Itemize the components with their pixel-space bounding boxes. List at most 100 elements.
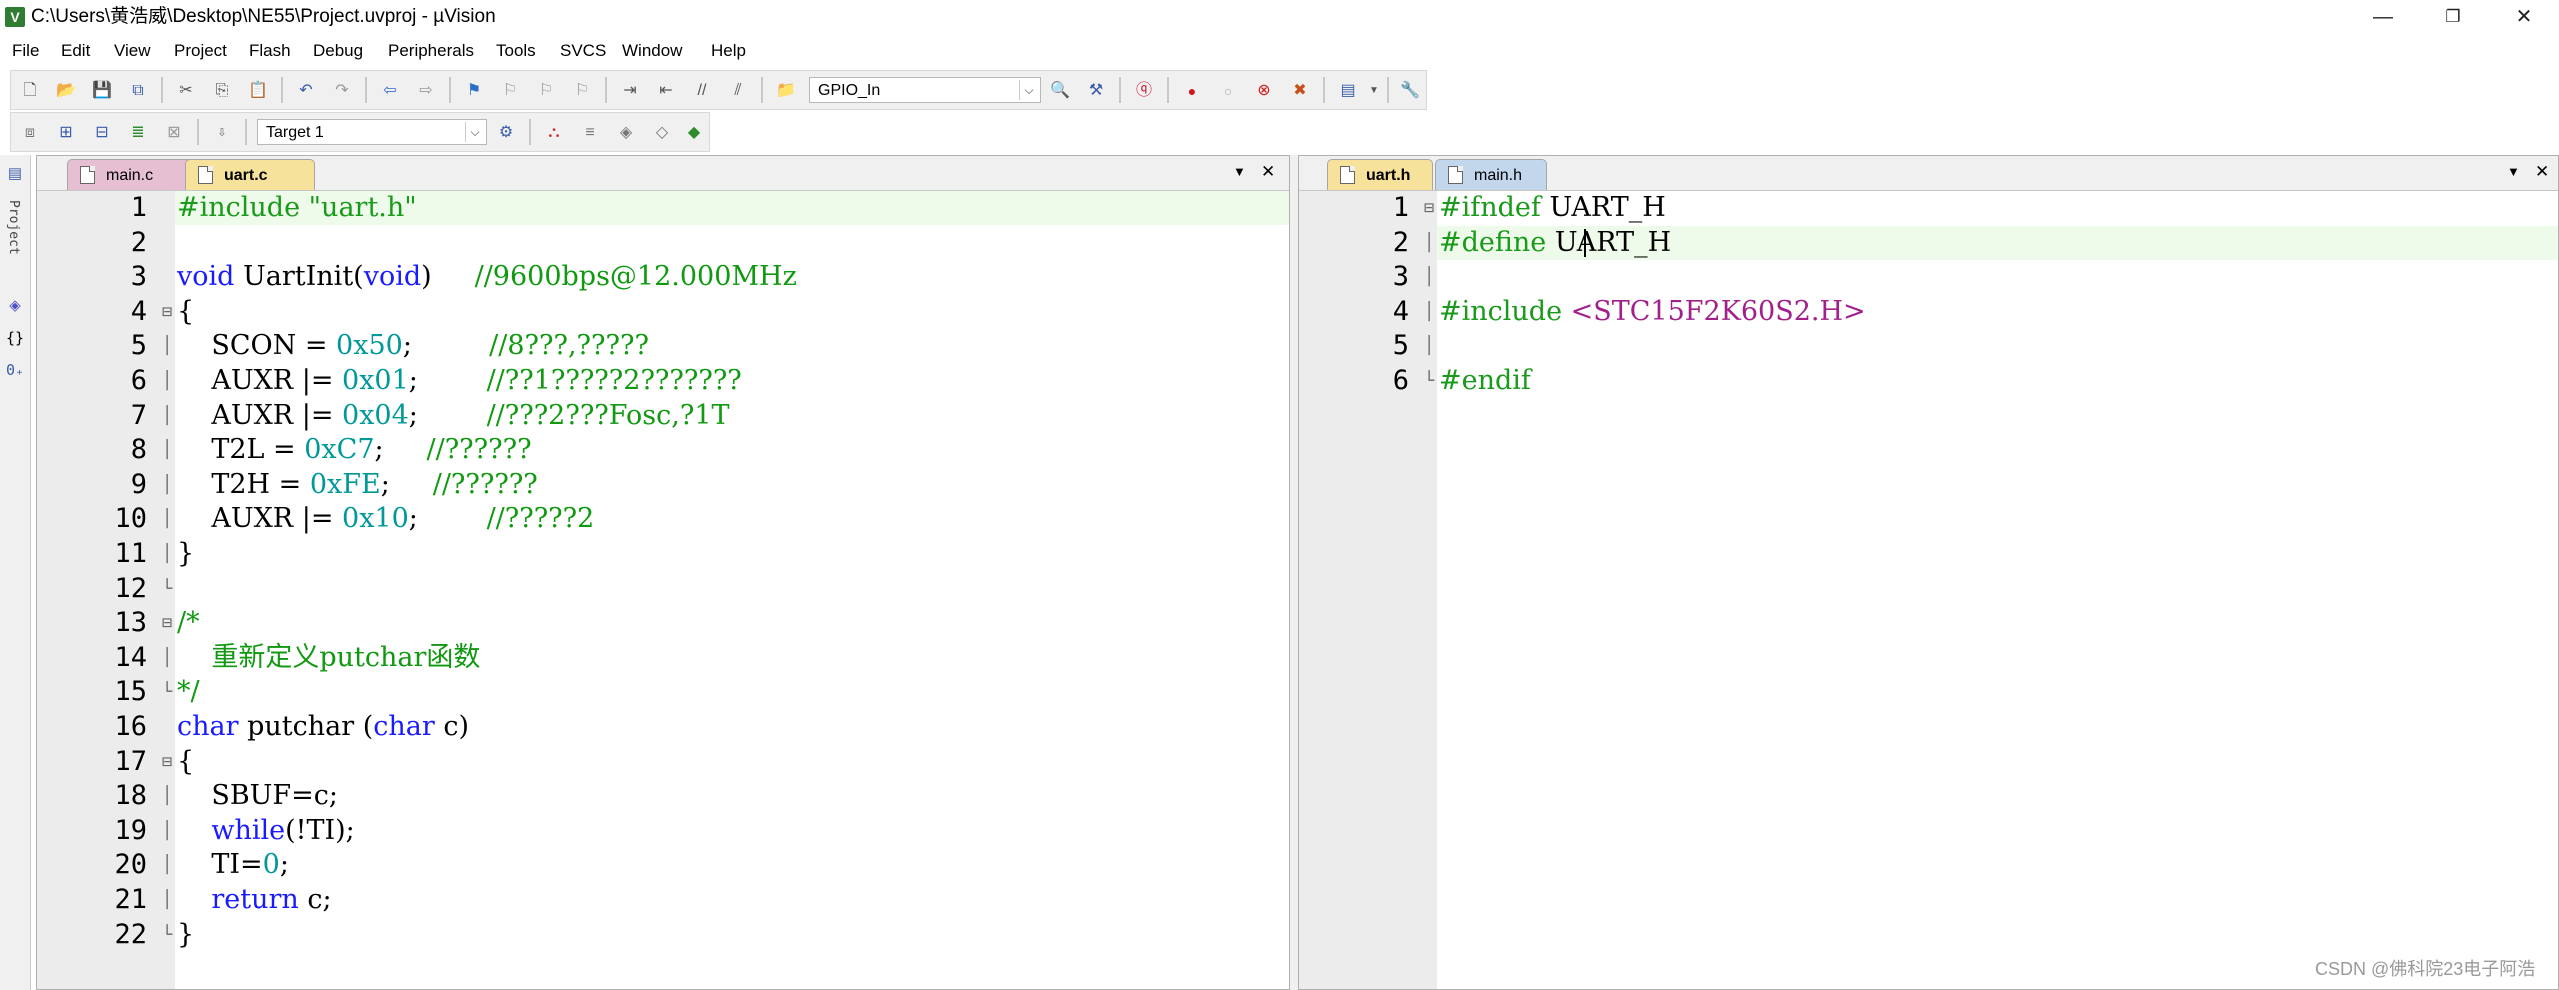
tab-uart-c[interactable]: uart.c (185, 159, 315, 190)
code-line[interactable]: 2 (131, 226, 1289, 260)
templates-icon[interactable]: 0₊ (4, 359, 26, 381)
code-line[interactable]: 19 │ while(!TI); (114, 814, 1289, 848)
code-line[interactable]: 4 │ #include <STC15F2K60S2.H> (1393, 295, 2558, 329)
code-line[interactable]: 5 │ SCON = 0x50; //8???,????? (131, 329, 1289, 363)
code-line[interactable]: 15 └ */ (114, 675, 1289, 709)
menu-help[interactable]: Help (711, 41, 746, 61)
code-line[interactable]: 3 void UartInit(void) //9600bps@12.000MHz (131, 260, 1289, 294)
minimize-button[interactable]: — (2348, 0, 2418, 34)
chevron-down-icon[interactable]: ⌵ (465, 122, 484, 142)
chevron-down-icon[interactable]: ▼ (1363, 80, 1385, 102)
prev-bookmark-icon[interactable]: ⚐ (499, 80, 521, 102)
enable-breakpoint-icon[interactable]: ○ (1217, 80, 1239, 102)
code-line[interactable]: 6 └ #endif (1393, 364, 2558, 398)
kill-breakpoints-icon[interactable]: ✖ (1289, 80, 1311, 102)
tab-list-chevron-icon[interactable]: ▼ (1233, 161, 1246, 183)
stop-build-icon[interactable]: ⊠ (163, 122, 185, 144)
manage-project-items-icon[interactable]: ⛬ (543, 122, 565, 144)
find-icon[interactable]: 🔍 (1049, 80, 1071, 102)
menu-project[interactable]: Project (174, 41, 227, 61)
save-all-icon[interactable]: ⧉ (127, 80, 149, 102)
manage-components-icon[interactable]: ◈ (615, 122, 637, 144)
cut-icon[interactable]: ✂ (175, 80, 197, 102)
insert-bookmark-icon[interactable]: ⚑ (463, 80, 485, 102)
unindent-icon[interactable]: ⇤ (655, 80, 677, 102)
tab-main-c[interactable]: main.c (67, 159, 197, 190)
fold-toggle-icon[interactable]: ⊟ (1424, 191, 1434, 225)
restore-button[interactable]: ❐ (2418, 0, 2488, 34)
code-line[interactable]: 3 │ (1393, 260, 2558, 294)
code-line[interactable]: 1 ⊟ #ifndef UART_H (1393, 191, 2558, 225)
code-line[interactable]: 2 │ #define UART_H (1393, 225, 2558, 260)
code-line[interactable]: 21 │ return c; (114, 883, 1289, 917)
undo-icon[interactable]: ↶ (295, 80, 317, 102)
code-line[interactable]: 7 │ AUXR |= 0x04; //???2???Fosc,?1T (131, 399, 1289, 433)
code-line[interactable]: 5 │ (1393, 329, 2558, 363)
code-line[interactable]: 16 char putchar (char c) (114, 710, 1289, 744)
select-packs-icon[interactable]: ≡ (579, 122, 601, 144)
paste-icon[interactable]: 📋 (247, 80, 269, 102)
code-line[interactable]: 17 ⊟{ (114, 745, 1289, 779)
copy-icon[interactable]: ⎘ (211, 80, 233, 102)
menu-edit[interactable]: Edit (61, 41, 90, 61)
code-line[interactable]: 6 │ AUXR |= 0x01; //??1?????2??????? (131, 364, 1289, 398)
disable-breakpoints-icon[interactable]: ⊗ (1253, 80, 1275, 102)
code-area[interactable]: 1 #include "uart.h" 2 3 void UartInit(void) … (114, 191, 1289, 989)
navigate-forward-icon[interactable]: ⇨ (415, 80, 437, 102)
target-options-icon[interactable]: ⚙ (495, 122, 517, 144)
find-in-files-icon[interactable]: 📁 (775, 80, 797, 102)
menu-flash[interactable]: Flash (249, 41, 291, 61)
code-area[interactable]: 1 ⊟ #ifndef UART_H 2 │ #define UART_H 3 │ 4 │ #inc… (1393, 191, 2558, 989)
code-line[interactable]: 11 │} (114, 537, 1289, 571)
menu-window[interactable]: Window (622, 41, 682, 61)
configuration-wrench-icon[interactable]: 🔧 (1399, 80, 1421, 102)
code-line[interactable]: 22 └} (114, 918, 1289, 952)
target-select[interactable]: Target 1 ⌵ (257, 119, 487, 145)
insert-breakpoint-icon[interactable]: ● (1181, 80, 1203, 102)
code-line[interactable]: 18 │ SBUF=c; (114, 779, 1289, 813)
code-line[interactable]: 12 └ (114, 572, 1289, 606)
code-line[interactable]: 20 │ TI=0; (114, 848, 1289, 882)
code-line[interactable]: 14 │ 重新定义putchar函数 (114, 641, 1289, 675)
menu-debug[interactable]: Debug (313, 41, 363, 61)
start-debug-icon[interactable]: ⓠ (1133, 80, 1155, 102)
books-icon[interactable]: ◈ (4, 295, 26, 317)
comment-icon[interactable]: // (691, 80, 713, 102)
project-tab-label[interactable]: Project (6, 200, 21, 255)
code-line[interactable]: 10 │ AUXR |= 0x10; //?????2 (114, 502, 1289, 536)
download-icon[interactable]: ⇩ (211, 122, 233, 144)
menu-file[interactable]: File (12, 41, 39, 61)
save-icon[interactable]: 💾 (91, 80, 113, 102)
pane-splitter[interactable] (1290, 155, 1298, 990)
next-bookmark-icon[interactable]: ⚐ (535, 80, 557, 102)
menu-peripherals[interactable]: Peripherals (388, 41, 474, 61)
redo-icon[interactable]: ↷ (331, 80, 353, 102)
batch-build-icon[interactable]: ≣ (127, 122, 149, 144)
window-layout-icon[interactable]: ▤ (1337, 80, 1359, 102)
code-line[interactable]: 1 #include "uart.h" (131, 191, 1289, 225)
clear-bookmarks-icon[interactable]: ⚐ (571, 80, 593, 102)
incremental-find-icon[interactable]: ⚒ (1085, 80, 1107, 102)
project-window-icon[interactable]: ▤ (4, 163, 26, 185)
close-tab-icon[interactable]: ✕ (2535, 161, 2549, 183)
tab-uart-h[interactable]: uart.h (1327, 159, 1433, 190)
code-line[interactable]: 4 ⊟{ (131, 295, 1289, 329)
close-window-button[interactable]: ✕ (2489, 0, 2559, 34)
fold-toggle-icon[interactable]: ⊟ (162, 295, 172, 329)
find-combo[interactable]: GPIO_In ⌵ (809, 77, 1041, 103)
menu-svcs[interactable]: SVCS (560, 41, 606, 61)
menu-view[interactable]: View (114, 41, 151, 61)
indent-icon[interactable]: ⇥ (619, 80, 641, 102)
build-icon[interactable]: ⊞ (55, 122, 77, 144)
code-line[interactable]: 8 │ T2L = 0xC7; //?????? (131, 433, 1289, 467)
code-line[interactable]: 9 │ T2H = 0xFE; //?????? (131, 468, 1289, 502)
fold-toggle-icon[interactable]: ⊟ (162, 745, 172, 779)
tab-main-h[interactable]: main.h (1435, 159, 1547, 190)
open-folder-icon[interactable]: 📂 (55, 80, 77, 102)
fold-toggle-icon[interactable]: ⊟ (162, 606, 172, 640)
tab-list-chevron-icon[interactable]: ▼ (2507, 161, 2520, 183)
functions-icon[interactable]: {} (4, 327, 26, 349)
navigate-back-icon[interactable]: ⇦ (379, 80, 401, 102)
pack-installer-icon[interactable]: ◆ (683, 122, 705, 144)
rebuild-icon[interactable]: ⊟ (91, 122, 113, 144)
